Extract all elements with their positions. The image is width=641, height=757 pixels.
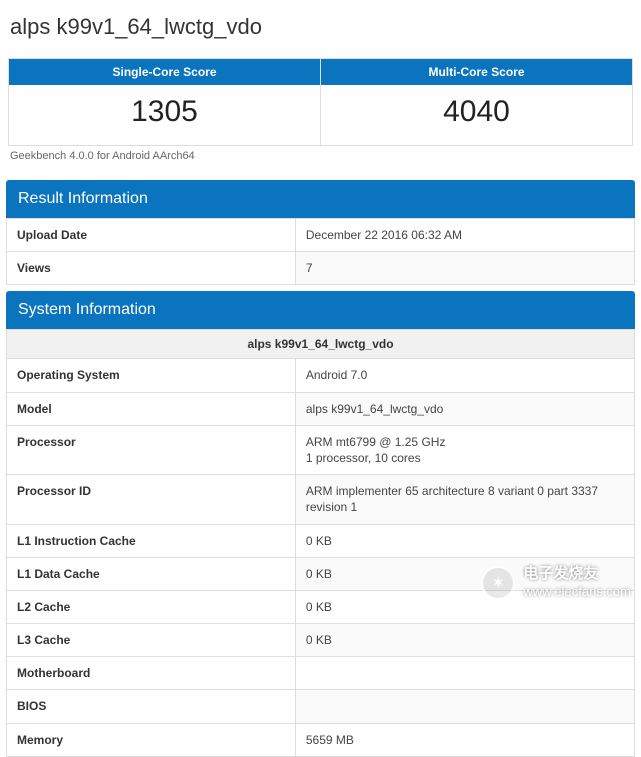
watermark-logo-icon: ✶ xyxy=(481,566,515,600)
system-row-label: Model xyxy=(7,392,296,425)
system-information-table: alps k99v1_64_lwctg_vdo Operating System… xyxy=(6,329,635,756)
watermark-chinese: 电子发烧友 xyxy=(523,565,631,584)
system-row-label: Operating System xyxy=(7,359,296,392)
system-row-label: BIOS xyxy=(7,690,296,723)
system-row-value: 0 KB xyxy=(295,624,634,657)
result-information-table: Upload DateDecember 22 2016 06:32 AMView… xyxy=(6,218,635,285)
table-row: BIOS xyxy=(7,690,635,723)
result-row-label: Views xyxy=(7,252,296,285)
table-row: Processor IDARM implementer 65 architect… xyxy=(7,475,635,524)
system-row-label: L1 Data Cache xyxy=(7,557,296,590)
system-row-value: 5659 MB xyxy=(295,723,634,756)
table-row: L3 Cache0 KB xyxy=(7,624,635,657)
system-row-value: ARM implementer 65 architecture 8 varian… xyxy=(295,475,634,524)
system-row-value: 0 KB xyxy=(295,524,634,557)
multi-core-value: 4040 xyxy=(321,85,632,145)
multi-core-cell: Multi-Core Score 4040 xyxy=(321,59,632,145)
table-row: Views7 xyxy=(7,252,635,285)
system-subheader: alps k99v1_64_lwctg_vdo xyxy=(7,330,635,359)
result-row-value: 7 xyxy=(295,252,634,285)
system-row-value: ARM mt6799 @ 1.25 GHz 1 processor, 10 co… xyxy=(295,425,634,474)
page-title: alps k99v1_64_lwctg_vdo xyxy=(0,0,641,50)
system-row-label: L2 Cache xyxy=(7,590,296,623)
watermark-url: www.elecfans.com xyxy=(523,584,631,600)
table-row: Operating SystemAndroid 7.0 xyxy=(7,359,635,392)
system-row-value xyxy=(295,690,634,723)
table-row: Upload DateDecember 22 2016 06:32 AM xyxy=(7,219,635,252)
score-row: Single-Core Score 1305 Multi-Core Score … xyxy=(8,58,633,146)
single-core-cell: Single-Core Score 1305 xyxy=(9,59,321,145)
result-row-value: December 22 2016 06:32 AM xyxy=(295,219,634,252)
result-row-label: Upload Date xyxy=(7,219,296,252)
watermark: ✶ 电子发烧友 www.elecfans.com xyxy=(481,565,631,600)
system-row-label: Processor xyxy=(7,425,296,474)
system-information-header: System Information xyxy=(6,291,635,329)
multi-core-label: Multi-Core Score xyxy=(321,59,632,85)
system-row-label: L1 Instruction Cache xyxy=(7,524,296,557)
system-row-value: alps k99v1_64_lwctg_vdo xyxy=(295,392,634,425)
table-row: Motherboard xyxy=(7,657,635,690)
watermark-text: 电子发烧友 www.elecfans.com xyxy=(523,565,631,600)
result-information-header: Result Information xyxy=(6,180,635,218)
system-row-label: Motherboard xyxy=(7,657,296,690)
system-row-value: Android 7.0 xyxy=(295,359,634,392)
system-row-label: L3 Cache xyxy=(7,624,296,657)
table-row: ProcessorARM mt6799 @ 1.25 GHz 1 process… xyxy=(7,425,635,474)
system-row-label: Processor ID xyxy=(7,475,296,524)
system-row-label: Memory xyxy=(7,723,296,756)
geekbench-version-note: Geekbench 4.0.0 for Android AArch64 xyxy=(0,146,641,174)
table-row: Modelalps k99v1_64_lwctg_vdo xyxy=(7,392,635,425)
table-row: L1 Instruction Cache0 KB xyxy=(7,524,635,557)
single-core-label: Single-Core Score xyxy=(9,59,320,85)
single-core-value: 1305 xyxy=(9,85,320,145)
table-row: Memory5659 MB xyxy=(7,723,635,756)
system-row-value xyxy=(295,657,634,690)
